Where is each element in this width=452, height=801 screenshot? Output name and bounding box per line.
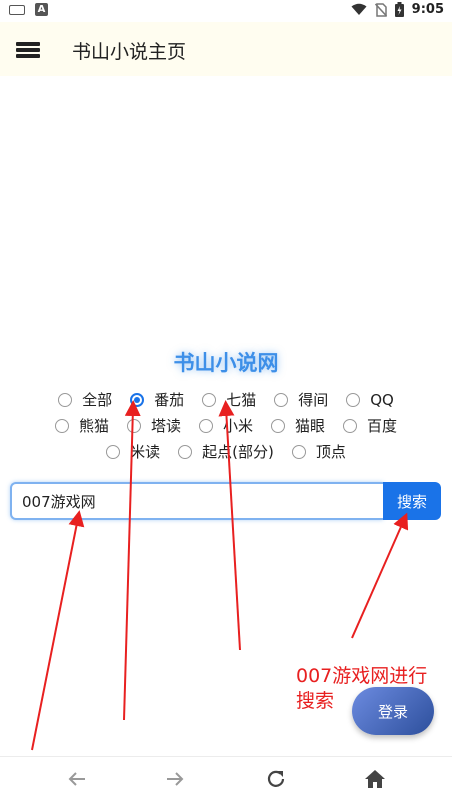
battery-icon (394, 2, 404, 17)
page-title: 书山小说主页 (72, 41, 187, 63)
radio-label: 熊猫 (78, 417, 109, 435)
menu-icon[interactable] (16, 42, 40, 58)
status-time: 9:05 (411, 2, 444, 17)
app-bar: 书山小说主页 (0, 22, 452, 76)
search-bar: 搜索 (10, 482, 441, 520)
keyboard-icon (9, 4, 25, 15)
radio-label: 七猫 (226, 391, 257, 409)
radio-label: 猫眼 (295, 417, 326, 435)
radio-circle[interactable] (346, 392, 361, 407)
no-sim-icon (374, 2, 387, 17)
radio-label: 番茄 (154, 391, 185, 409)
radio-source-fanqie[interactable]: 番茄 (130, 389, 184, 410)
radio-label: 小米 (222, 417, 253, 435)
radio-source-dingdian[interactable]: 顶点 (291, 441, 346, 462)
radio-circle[interactable] (291, 444, 306, 459)
radio-source-qidian[interactable]: 起点(部分) (178, 441, 274, 462)
radio-label: 百度 (367, 417, 398, 435)
radio-label: 塔读 (150, 417, 181, 435)
bottom-nav-bar (0, 756, 452, 801)
back-arrow-icon[interactable] (65, 767, 89, 791)
arrow-to-search (351, 512, 409, 639)
radio-circle[interactable] (271, 418, 285, 433)
status-bar: A 9:05 (0, 0, 452, 22)
radio-source-qq[interactable]: QQ (346, 391, 394, 409)
radio-label: QQ (370, 390, 394, 409)
radio-circle[interactable] (343, 418, 358, 433)
radio-circle[interactable] (106, 444, 121, 459)
radio-circle-checked[interactable] (130, 392, 145, 407)
radio-circle[interactable] (198, 418, 213, 433)
radio-circle[interactable] (126, 418, 141, 433)
radio-label: 顶点 (315, 443, 346, 461)
home-icon[interactable] (363, 767, 387, 791)
radio-source-maoyan[interactable]: 猫眼 (271, 415, 325, 436)
annotation-line-1: 007游戏网进行 (296, 665, 428, 687)
radio-circle[interactable] (202, 392, 217, 407)
radio-source-tadu[interactable]: 塔读 (126, 415, 181, 436)
source-radio-row-2: 熊猫 塔读 小米 猫眼 百度 (0, 415, 452, 436)
radio-label: 米读 (130, 443, 161, 461)
radio-label: 得间 (298, 391, 329, 409)
radio-source-qimao[interactable]: 七猫 (202, 389, 256, 410)
radio-label: 起点(部分) (202, 443, 274, 461)
search-button[interactable]: 搜索 (383, 482, 441, 520)
radio-source-baidu[interactable]: 百度 (343, 415, 397, 436)
site-title: 书山小说网 (173, 351, 279, 375)
forward-arrow-icon[interactable] (163, 767, 187, 791)
login-button[interactable]: 登录 (352, 687, 434, 735)
radio-source-xiongmao[interactable]: 熊猫 (54, 415, 109, 436)
radio-source-all[interactable]: 全部 (58, 389, 112, 410)
radio-source-dejian[interactable]: 得间 (274, 389, 328, 410)
refresh-icon[interactable] (264, 767, 288, 791)
radio-circle[interactable] (54, 418, 69, 433)
a-icon: A (35, 3, 48, 16)
radio-circle[interactable] (274, 392, 289, 407)
search-input[interactable] (10, 482, 383, 520)
arrow-to-input (31, 510, 85, 751)
radio-source-xiaomi[interactable]: 小米 (198, 415, 253, 436)
source-radio-row-1: 全部 番茄 七猫 得间 QQ (0, 389, 452, 410)
radio-circle[interactable] (178, 444, 193, 459)
source-radio-row-3: 米读 起点(部分) 顶点 (0, 441, 452, 462)
radio-circle[interactable] (58, 392, 73, 407)
radio-source-midu[interactable]: 米读 (106, 441, 160, 462)
wifi-icon (351, 3, 367, 15)
radio-label: 全部 (82, 391, 113, 409)
